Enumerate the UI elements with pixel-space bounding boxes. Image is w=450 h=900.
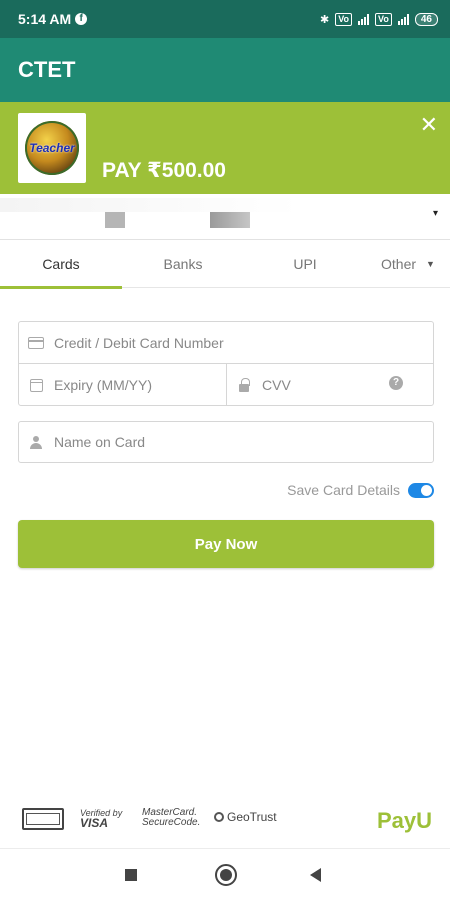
redacted-text	[0, 198, 300, 212]
calendar-icon	[27, 378, 45, 392]
expiry-placeholder: Expiry (MM/YY)	[54, 377, 152, 393]
name-on-card-field[interactable]: Name on Card	[18, 421, 434, 463]
geotrust-label: GeoTrust	[227, 810, 277, 824]
redacted-block	[105, 212, 125, 228]
tab-upi[interactable]: UPI	[244, 240, 366, 288]
tab-banks[interactable]: Banks	[122, 240, 244, 288]
back-button[interactable]	[310, 868, 321, 882]
battery-icon: 46	[414, 12, 438, 26]
payu-logo: PayU	[376, 808, 432, 833]
volte-icon: Vo	[335, 12, 353, 26]
merchant-logo-image: Teacher	[25, 121, 79, 175]
merchant-logo-text: Teacher	[29, 141, 75, 155]
caret-down-icon: ▼	[426, 259, 435, 269]
status-time: 5:14 AM	[18, 11, 72, 27]
mastercard-securecode-badge: MasterCard. SecureCode.	[142, 808, 200, 828]
volte-icon-2: Vo	[375, 12, 392, 26]
signal-icon	[358, 13, 370, 25]
recents-button[interactable]	[125, 869, 137, 881]
status-time-group: 5:14 AM f	[18, 11, 88, 27]
app-bar: CTET	[0, 38, 450, 102]
help-icon[interactable]: ?	[389, 376, 403, 390]
tab-other[interactable]: Other ▼	[366, 240, 450, 288]
geotrust-badge: GeoTrust	[214, 810, 277, 824]
mastercard-badge-bottom: SecureCode.	[142, 817, 201, 828]
status-bar: 5:14 AM f ✱ Vo Vo 46	[0, 0, 450, 38]
merchant-logo: Teacher	[18, 113, 86, 183]
card-number-field[interactable]: Credit / Debit Card Number	[19, 322, 433, 364]
redacted-block	[210, 212, 250, 228]
trust-badges: Verified by VISA MasterCard. SecureCode.…	[0, 800, 450, 844]
lock-icon	[235, 377, 253, 392]
payment-method-tabs: Cards Banks UPI Other ▼	[0, 240, 450, 289]
wifi-signal-icon	[397, 13, 409, 25]
status-icons: ✱ Vo Vo 46	[319, 12, 438, 26]
home-button[interactable]	[215, 864, 237, 886]
cvv-field[interactable]: CVV ?	[227, 364, 433, 406]
system-nav-bar	[0, 848, 450, 900]
app-title: CTET	[18, 57, 76, 82]
payment-header: Teacher PAY ₹500.00 ✕	[0, 102, 450, 194]
geotrust-icon	[214, 812, 224, 822]
tab-cards[interactable]: Cards	[0, 240, 122, 289]
save-card-row: Save Card Details	[287, 482, 434, 498]
bluetooth-icon: ✱	[319, 13, 330, 26]
secure-badge-icon	[22, 808, 64, 830]
close-icon[interactable]: ✕	[420, 112, 438, 138]
credit-card-icon	[27, 336, 45, 349]
cvv-placeholder: CVV	[262, 377, 291, 393]
user-icon	[27, 435, 45, 449]
tab-other-label: Other	[381, 256, 417, 272]
expiry-field[interactable]: Expiry (MM/YY)	[19, 364, 227, 406]
account-selector[interactable]: ▾	[0, 194, 450, 240]
verified-by-visa-badge: Verified by VISA	[80, 808, 122, 830]
save-card-label: Save Card Details	[287, 482, 400, 498]
card-number-placeholder: Credit / Debit Card Number	[54, 334, 224, 351]
payment-amount: PAY ₹500.00	[102, 159, 226, 182]
card-form: Credit / Debit Card Number Expiry (MM/YY…	[18, 321, 434, 406]
facebook-icon: f	[75, 13, 88, 25]
name-placeholder: Name on Card	[54, 434, 146, 450]
visa-badge-bottom: VISA	[80, 816, 109, 830]
pay-now-button[interactable]: Pay Now	[18, 520, 434, 568]
save-card-toggle[interactable]	[408, 482, 434, 498]
chevron-down-icon[interactable]: ▾	[433, 208, 438, 219]
